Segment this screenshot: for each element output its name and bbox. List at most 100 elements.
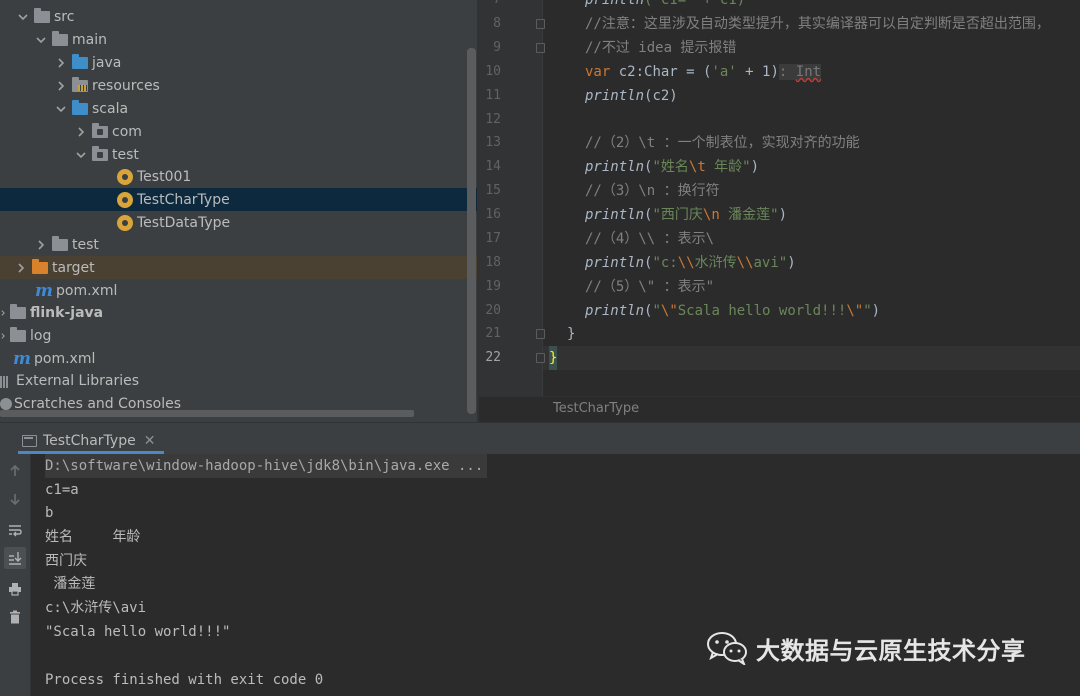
line-number: 11 — [485, 88, 501, 103]
folder-icon — [34, 7, 50, 23]
code-line: println("姓名\t 年龄") — [585, 155, 759, 179]
print-icon[interactable] — [4, 578, 26, 600]
code-line: println(c2) — [585, 84, 678, 108]
line-number: 17 — [485, 231, 501, 246]
code-token: ) — [750, 159, 760, 175]
arrow-down-icon[interactable] — [4, 488, 26, 510]
chevron-right-icon[interactable] — [54, 56, 68, 70]
horizontal-scrollbar[interactable] — [0, 410, 414, 417]
chevron-right-icon[interactable] — [14, 261, 28, 275]
source-folder-icon — [72, 99, 88, 115]
code-token: 潘金莲" — [719, 207, 779, 223]
code-token: println — [585, 255, 645, 271]
tree-item-label: pom.xml — [34, 350, 96, 367]
tree-item-label: test — [112, 146, 139, 163]
breadcrumb[interactable]: TestCharType — [479, 396, 1080, 422]
tree-item-resources[interactable]: resources — [0, 74, 477, 97]
tree-item-com[interactable]: com — [0, 120, 477, 143]
code-token: \n — [702, 207, 720, 223]
code-comment: //（2）\t ：一个制表位，实现对齐的功能 — [585, 135, 860, 151]
chevron-down-icon[interactable] — [34, 33, 48, 47]
close-icon[interactable]: ✕ — [144, 433, 156, 449]
vertical-scrollbar[interactable] — [467, 48, 476, 414]
tree-item-flink-java[interactable]: flink-java — [0, 301, 477, 324]
module-folder-icon — [10, 303, 26, 319]
tree-item-label: resources — [92, 77, 160, 94]
code-token: ) — [871, 303, 881, 319]
folder-icon — [52, 30, 68, 46]
console-line: 西门庆 — [45, 553, 87, 569]
project-tree: src main java resources scala com test T… — [0, 0, 477, 422]
code-token: 年龄" — [705, 159, 751, 175]
tree-item-test001[interactable]: Test001 — [0, 165, 477, 188]
tree-item-test-package[interactable]: test — [0, 143, 477, 166]
code-line: println("西门庆\n 潘金莲") — [585, 203, 787, 227]
scratches-icon — [0, 397, 12, 410]
run-tab[interactable]: TestCharType ✕ — [22, 429, 155, 453]
code-comment: //不过 idea 提示报错 — [585, 40, 737, 56]
chevron-right-icon[interactable] — [54, 79, 68, 93]
chevron-down-icon[interactable] — [16, 10, 30, 24]
tree-item-testchartype[interactable]: TestCharType — [0, 188, 477, 211]
code-token: avi" — [753, 255, 788, 271]
chevron-down-icon[interactable] — [54, 102, 68, 116]
code-token: Scala hello world!!! — [677, 303, 847, 319]
console-line: "Scala hello world!!!" — [45, 624, 231, 640]
tree-item-pom-inner[interactable]: m pom.xml — [0, 279, 477, 302]
tree-item-java[interactable]: java — [0, 51, 477, 74]
line-number: 9 — [493, 40, 501, 55]
resources-folder-icon — [72, 76, 88, 92]
chevron-down-icon[interactable] — [74, 148, 88, 162]
breadcrumb-item[interactable]: TestCharType — [553, 401, 639, 416]
soft-wrap-icon[interactable] — [4, 519, 26, 541]
code-token: println — [585, 159, 645, 175]
scroll-to-end-icon[interactable] — [4, 547, 26, 569]
code-token: " — [652, 303, 661, 319]
console-line-exit: Process finished with exit code 0 — [45, 672, 324, 688]
tree-item-label: target — [52, 259, 95, 276]
line-number: 18 — [485, 255, 501, 270]
chevron-right-icon[interactable] — [0, 306, 6, 320]
chevron-right-icon[interactable] — [74, 125, 88, 139]
code-token: 'a' — [711, 64, 737, 80]
console-line: b — [45, 505, 54, 521]
tree-item-label: test — [72, 236, 99, 253]
chevron-right-icon[interactable] — [0, 329, 6, 343]
tree-item-label: Test001 — [137, 168, 192, 185]
code-token: "c: — [652, 255, 678, 271]
chevron-right-icon[interactable] — [34, 238, 48, 252]
tree-item-external-libraries[interactable]: External Libraries — [0, 369, 477, 392]
tree-item-scala[interactable]: scala — [0, 97, 477, 120]
fold-marker-icon[interactable] — [536, 353, 545, 363]
code-comment: //（5）\" ：表示" — [585, 279, 715, 295]
fold-marker-icon[interactable] — [536, 19, 545, 29]
package-icon — [92, 145, 108, 161]
line-number: 19 — [485, 279, 501, 294]
code-line: println("\"Scala hello world!!!\"") — [585, 299, 880, 323]
console-command-line[interactable]: D:\software\window-hadoop-hive\jdk8\bin\… — [45, 454, 488, 478]
tree-item-src[interactable]: src — [0, 5, 477, 28]
type-hint: : Int — [778, 64, 822, 80]
tree-item-testdatatype[interactable]: TestDataType — [0, 211, 477, 234]
tree-item-test-folder[interactable]: test — [0, 233, 477, 256]
fold-marker-icon[interactable] — [536, 329, 545, 339]
tree-item-target[interactable]: target — [0, 256, 477, 279]
code-line: var c2:Char = ('a' + 1): Int — [585, 60, 822, 84]
code-comment: //（4）\\ ：表示\ — [585, 231, 715, 247]
current-line-highlight — [542, 346, 1080, 370]
code-token: \" — [660, 303, 678, 319]
code-editor[interactable]: 7 8 9 10 11 12 13 14 15 16 17 18 19 20 2… — [479, 0, 1080, 422]
tree-item-label: log — [30, 327, 52, 344]
tree-item-pom-root[interactable]: m pom.xml — [0, 347, 477, 370]
tree-item-label: External Libraries — [16, 372, 139, 389]
arrow-up-icon[interactable] — [4, 460, 26, 482]
trash-icon[interactable] — [4, 606, 26, 628]
line-number: 8 — [493, 16, 501, 31]
tree-item-main[interactable]: main — [0, 28, 477, 51]
line-number: 7 — [479, 0, 501, 12]
code-token: \\ — [736, 255, 754, 271]
tree-item-label: pom.xml — [56, 282, 118, 299]
watermark-text: 大数据与云原生技术分享 — [756, 636, 1026, 665]
tree-item-log[interactable]: log — [0, 324, 477, 347]
fold-marker-icon[interactable] — [536, 43, 545, 53]
